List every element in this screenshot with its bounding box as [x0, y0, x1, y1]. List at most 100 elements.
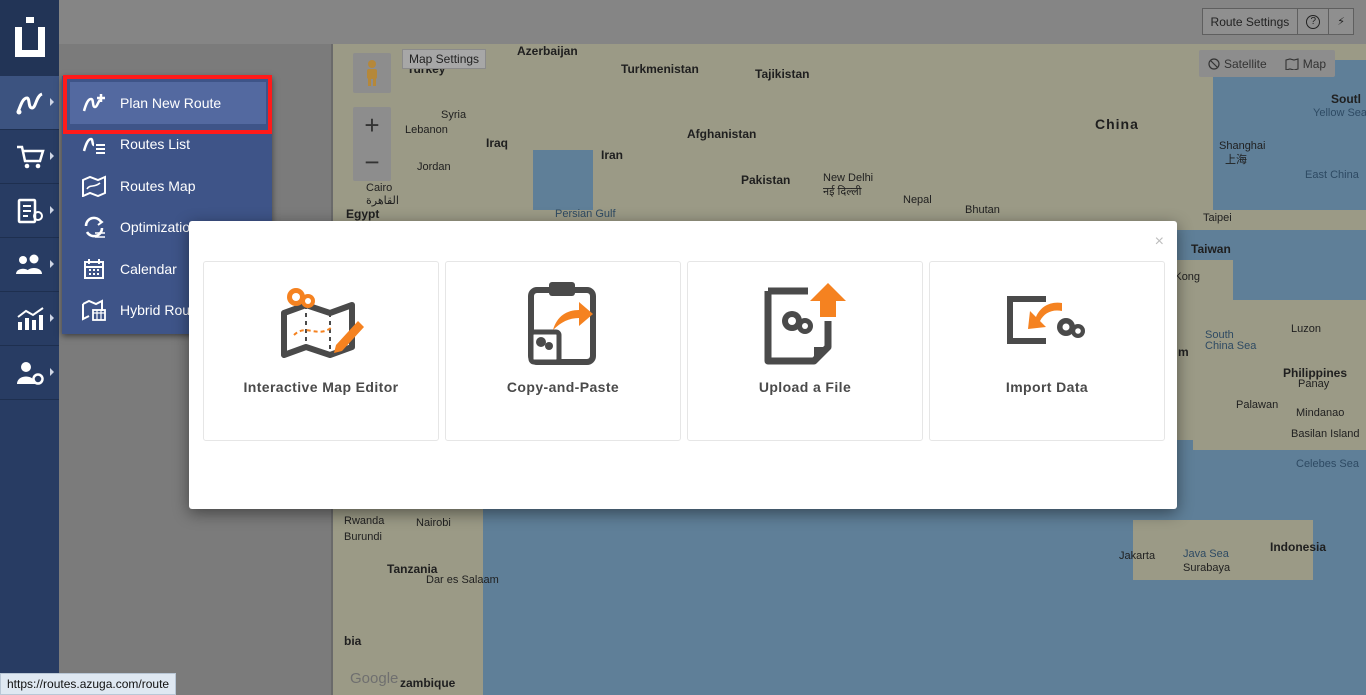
map-label: Pakistan	[741, 173, 791, 187]
menu-item-label: Routes List	[120, 136, 191, 153]
menu-item-label: Plan New Route	[120, 94, 222, 111]
chevron-right-icon	[50, 314, 54, 322]
menu-item-label: Routes Map	[120, 177, 196, 194]
route-method-cards: Interactive Map Editor Copy-and-Paste Up…	[203, 261, 1165, 441]
chevron-right-icon	[50, 368, 54, 376]
hybrid-editor-icon	[82, 298, 106, 322]
quick-action-button[interactable]: ⚡	[1329, 9, 1353, 34]
map-label: Nairobi	[416, 517, 451, 529]
top-bar	[59, 0, 1366, 44]
map-label: 上海	[1225, 154, 1247, 166]
card-title: Upload a File	[758, 379, 852, 395]
street-view-pegman[interactable]	[353, 53, 391, 93]
map-label: New Delhi	[823, 172, 874, 184]
map-label: Java Sea	[1183, 548, 1229, 560]
user-settings-icon	[16, 361, 44, 385]
chevron-right-icon	[50, 98, 54, 106]
logo-icon	[14, 17, 45, 57]
analytics-icon	[16, 306, 44, 330]
satellite-icon	[1208, 57, 1220, 70]
card-interactive-map-editor[interactable]: Interactive Map Editor	[203, 261, 439, 441]
card-upload-a-file[interactable]: Upload a File	[687, 261, 923, 441]
chevron-right-icon	[50, 206, 54, 214]
flash-icon: ⚡	[1337, 16, 1345, 28]
map-label: Burundi	[344, 531, 382, 543]
map-label: bia	[344, 634, 362, 648]
map-settings-button[interactable]: Map Settings	[402, 49, 487, 69]
menu-item-routes-list[interactable]: Routes List	[62, 124, 272, 166]
help-button[interactable]: ?	[1298, 9, 1330, 34]
map-label: East China	[1305, 169, 1359, 181]
new-route-modal: × Interactive Map Editor Copy-and-Paste …	[189, 221, 1177, 509]
map-label: Syria	[441, 109, 467, 121]
card-import-data[interactable]: Import Data	[929, 261, 1165, 441]
nav-analytics[interactable]	[0, 292, 59, 346]
map-label: Palawan	[1236, 399, 1279, 411]
satellite-button[interactable]: Satellite	[1199, 50, 1276, 77]
cart-icon	[16, 145, 45, 168]
map-label: Azerbaijan	[517, 44, 578, 58]
map-label: Taipei	[1203, 212, 1232, 224]
menu-item-plan-new-route[interactable]: Plan New Route	[70, 82, 266, 124]
map-type-control: Satellite Map	[1199, 50, 1336, 77]
zoom-out-button[interactable]: −	[353, 144, 391, 181]
map-label: Persian Gulf	[555, 208, 616, 220]
route-icon	[16, 92, 43, 114]
address-book-icon	[17, 198, 43, 223]
help-icon: ?	[1306, 14, 1321, 29]
routes-list-icon	[82, 132, 106, 156]
nav-settings[interactable]	[0, 346, 59, 400]
map-label: Bhutan	[965, 204, 1000, 216]
map-label: Jakarta	[1119, 550, 1156, 562]
menu-item-routes-map[interactable]: Routes Map	[62, 165, 272, 207]
map-label: Dar es Salaam	[426, 574, 499, 586]
chevron-right-icon	[50, 152, 54, 160]
map-label: Nepal	[903, 194, 932, 206]
zoom-control: + −	[353, 107, 391, 181]
map-label: Celebes Sea	[1296, 458, 1359, 470]
map-label: China	[1095, 116, 1139, 132]
map-label: Surabaya	[1183, 562, 1231, 574]
map-label: Iraq	[486, 136, 509, 150]
map-label: Cairo	[366, 182, 393, 194]
map-label: Iran	[601, 148, 624, 162]
map-label: Soutl	[1331, 92, 1361, 106]
team-icon	[15, 254, 42, 274]
map-label: Afghanistan	[687, 127, 757, 141]
map-label: Turkmenistan	[621, 62, 699, 76]
chevron-right-icon	[50, 260, 54, 268]
clipboard-icon	[446, 278, 680, 368]
map-label: Luzon	[1291, 323, 1321, 335]
card-copy-and-paste[interactable]: Copy-and-Paste	[445, 261, 681, 441]
nav-addresses[interactable]	[0, 184, 59, 238]
nav-team[interactable]	[0, 238, 59, 292]
status-bar-url: https://routes.azuga.com/route	[0, 673, 177, 695]
map-button[interactable]: Map	[1276, 50, 1335, 77]
route-settings-button[interactable]: Route Settings	[1203, 9, 1299, 34]
card-title: Import Data	[1005, 379, 1089, 395]
plan-route-icon	[82, 91, 106, 115]
map-editor-icon	[204, 278, 438, 368]
map-label: Map	[1302, 56, 1327, 71]
map-label: Indonesia	[1270, 540, 1327, 554]
map-label: Tajikistan	[755, 67, 810, 81]
nav-orders[interactable]	[0, 130, 59, 184]
google-logo: Google	[350, 670, 399, 687]
menu-item-label: Calendar	[120, 260, 177, 277]
routes-map-icon	[82, 174, 106, 198]
app-logo[interactable]	[0, 0, 59, 76]
map-label: القاهرة	[366, 195, 399, 207]
sidebar	[0, 0, 59, 695]
pegman-icon	[367, 60, 377, 86]
nav-routes[interactable]	[0, 76, 59, 130]
close-icon[interactable]: ×	[1155, 233, 1164, 251]
map-label: zambique	[400, 676, 456, 690]
upload-file-icon	[688, 278, 922, 368]
zoom-in-button[interactable]: +	[353, 107, 391, 144]
map-label: नई दिल्ली	[823, 186, 862, 198]
map-label: South China Sea	[1205, 329, 1257, 352]
map-label: Taiwan	[1191, 242, 1231, 256]
card-title: Copy-and-Paste	[506, 379, 620, 395]
card-title: Interactive Map Editor	[243, 379, 399, 395]
calendar-icon	[82, 257, 106, 281]
